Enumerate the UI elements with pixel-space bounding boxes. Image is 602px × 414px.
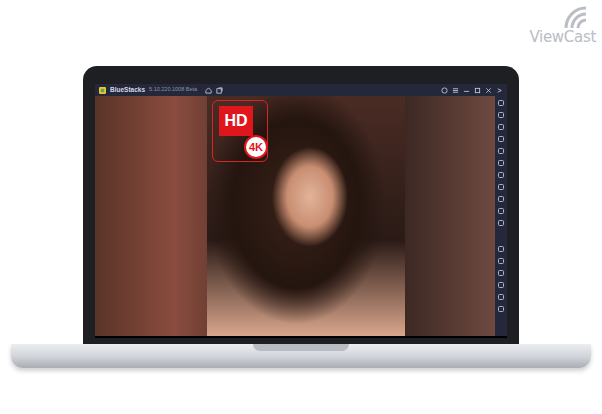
close-icon[interactable]	[485, 87, 492, 94]
sidebar-tool-icon[interactable]	[498, 184, 504, 190]
watermark: ViewCast	[500, 4, 596, 45]
sidebar	[495, 96, 507, 336]
sidebar-tool-icon[interactable]	[498, 136, 504, 142]
maximize-icon[interactable]	[474, 87, 481, 94]
laptop-lid: BlueStacks 5.10.220.1008 Beta	[83, 66, 519, 344]
app-badge: HD 4K	[212, 100, 268, 162]
wallpaper-photo: HD 4K	[207, 96, 405, 336]
help-icon[interactable]	[441, 87, 448, 94]
sidebar-tool-icon[interactable]	[498, 196, 504, 202]
window-version: 5.10.220.1008 Beta	[149, 87, 197, 93]
laptop-notch	[253, 344, 349, 351]
app-content: HD 4K	[95, 96, 495, 336]
sidebar-tool-icon[interactable]	[498, 306, 504, 312]
sidebar-tool-icon[interactable]	[498, 124, 504, 130]
sidebar-tool-icon[interactable]	[498, 208, 504, 214]
sidebar-tool-icon[interactable]	[498, 220, 504, 226]
app-body: HD 4K	[95, 96, 507, 336]
sidebar-tool-icon[interactable]	[498, 270, 504, 276]
sidebar-tool-icon[interactable]	[498, 148, 504, 154]
sidebar-tool-icon[interactable]	[498, 160, 504, 166]
laptop: BlueStacks 5.10.220.1008 Beta	[0, 0, 602, 368]
page: ViewCast BlueStacks 5.10.220.1008 Beta	[0, 0, 602, 414]
watermark-text: ViewCast	[529, 30, 596, 45]
laptop-base	[11, 344, 591, 368]
signal-icon	[562, 4, 596, 30]
sidebar-tool-icon[interactable]	[498, 258, 504, 264]
sidebar-tool-icon[interactable]	[498, 112, 504, 118]
app-window: BlueStacks 5.10.220.1008 Beta	[95, 84, 507, 338]
menu-icon[interactable]	[452, 87, 459, 94]
sidebar-tool-icon[interactable]	[498, 100, 504, 106]
sidebar-tool-icon[interactable]	[498, 246, 504, 252]
minimize-icon[interactable]	[463, 87, 470, 94]
title-bar: BlueStacks 5.10.220.1008 Beta	[95, 84, 507, 96]
sidebar-tool-icon[interactable]	[498, 172, 504, 178]
4k-label: 4K	[244, 135, 268, 159]
sidebar-tool-icon[interactable]	[498, 294, 504, 300]
multi-instance-icon[interactable]	[216, 87, 223, 94]
hd-label: HD	[219, 106, 253, 136]
window-title: BlueStacks	[110, 87, 145, 94]
bluestacks-logo-icon	[99, 87, 106, 94]
sidebar-toggle-icon[interactable]	[496, 87, 503, 94]
sidebar-tool-icon[interactable]	[498, 282, 504, 288]
home-icon[interactable]	[205, 87, 212, 94]
